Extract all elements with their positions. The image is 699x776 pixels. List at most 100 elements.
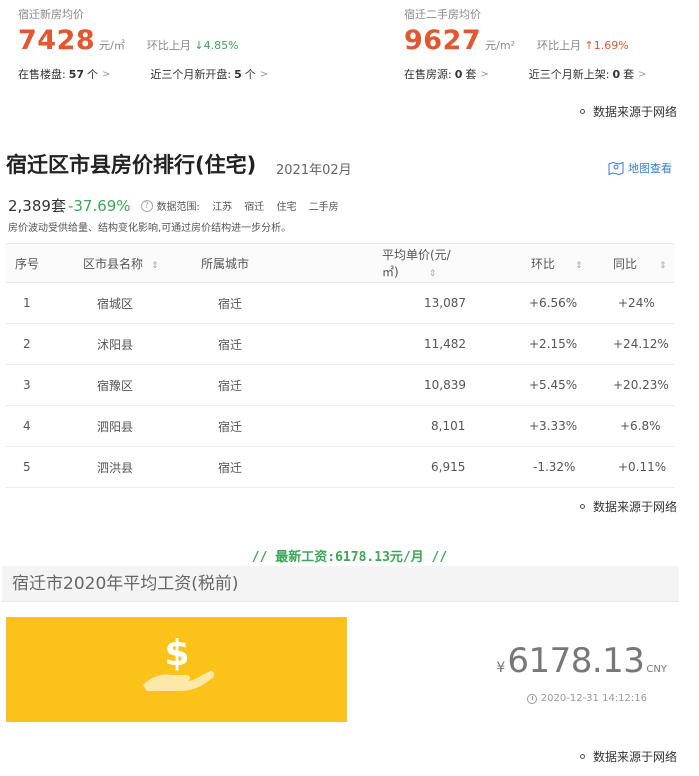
on-sale-listings-link[interactable]: 在售房源: 0 套 > — [404, 66, 489, 82]
row-price: 10,839 — [328, 364, 499, 406]
on-sale-projects-count: 57 — [68, 67, 85, 81]
table-row[interactable]: 1 宿城区 宿迁 13,087 +6.56% +24% — [6, 282, 674, 324]
data-scope-city: 宿迁 — [244, 202, 265, 213]
table-row[interactable]: 2 沭阳县 宿迁 11,482 +2.15% +24.12% — [6, 323, 674, 365]
row-mom: +6.56% — [499, 282, 594, 324]
column-header-no: 序号 — [6, 243, 83, 283]
table-header-row: 序号 区市县名称 ⇕ 所属城市 平均单价(元/㎡) ⇕ 环比 ⇕ 同比 ⇕ — [6, 243, 674, 283]
svg-text:$: $ — [164, 633, 189, 674]
column-header-price[interactable]: 平均单价(元/㎡) ⇕ — [328, 243, 499, 283]
row-district: 泗阳县 — [83, 405, 201, 447]
chevron-right-icon: > — [480, 68, 489, 80]
salary-timestamp: 2020-12-31 14:12:16 — [526, 693, 647, 704]
ranking-note: 房价波动受供给量、结构变化影响,可通过房价结构进一步分析。 — [8, 223, 292, 234]
chevron-right-icon: > — [102, 68, 111, 80]
column-header-mom[interactable]: 环比 ⇕ — [499, 243, 594, 283]
row-district: 宿豫区 — [83, 364, 201, 406]
row-price: 13,087 — [328, 282, 499, 324]
row-city: 宿迁 — [201, 446, 328, 488]
new-house-price: 7428 — [18, 25, 96, 56]
new-house-mom-value: ↓4.85% — [194, 39, 239, 52]
row-yoy: +6.8% — [594, 405, 674, 447]
row-price: 11,482 — [328, 323, 499, 365]
salary-amount: ¥ 6178.13 CNY — [496, 641, 667, 681]
recent-listings-label: 近三个月新上架: — [528, 68, 610, 81]
source-dot-icon — [579, 754, 585, 759]
row-price: 8,101 — [328, 405, 499, 447]
data-source-note: 数据来源于网络 — [579, 748, 677, 765]
new-house-mom-label: 环比上月 — [146, 39, 191, 52]
second-house-unit: 元/m² — [485, 39, 515, 52]
data-source-note: 数据来源于网络 — [579, 498, 677, 515]
new-house-stat: 宿迁新房均价 7428 元/㎡ 环比上月 ↓4.85% 在售楼盘: 57 个 >… — [18, 8, 378, 82]
listing-count: 2,389套 — [8, 197, 66, 215]
salary-headline: // 最新工资:6178.13元/月 // — [251, 550, 448, 565]
ranking-summary: 2,389套 -37.69% ? 数据范围: 江苏 宿迁 住宅 二手房 — [8, 195, 348, 216]
table-row[interactable]: 4 泗阳县 宿迁 8,101 +3.33% +6.8% — [6, 405, 674, 447]
salary-panel: 宿迁市2020年平均工资(税前) $ ¥ 6178.13 CNY 2020-12… — [2, 566, 679, 736]
dollar-hand-icon: $ — [143, 633, 215, 691]
second-house-mom: 环比上月 ↑1.69% — [537, 37, 629, 53]
salary-title: 宿迁市2020年平均工资(税前) — [2, 566, 679, 602]
help-icon[interactable]: ? — [140, 199, 153, 212]
row-mom: -1.32% — [499, 446, 594, 488]
row-yoy: +24.12% — [594, 323, 674, 365]
data-source-label: 数据来源于网络 — [592, 750, 677, 764]
currency-code: CNY — [646, 664, 667, 675]
data-scope-label: 数据范围: — [156, 202, 200, 213]
table-row[interactable]: 5 泗洪县 宿迁 6,915 -1.32% +0.11% — [6, 446, 674, 488]
recent-openings-link[interactable]: 近三个月新开盘: 5 个 > — [150, 66, 268, 82]
column-header-yoy[interactable]: 同比 ⇕ — [594, 243, 674, 283]
second-house-title: 宿迁二手房均价 — [404, 8, 481, 21]
new-house-mom: 环比上月 ↓4.85% — [147, 37, 239, 53]
table-row[interactable]: 3 宿豫区 宿迁 10,839 +5.45% +20.23% — [6, 364, 674, 406]
recent-openings-label: 近三个月新开盘: — [150, 68, 232, 81]
salary-timestamp-text: 2020-12-31 14:12:16 — [540, 693, 647, 704]
new-house-links: 在售楼盘: 57 个 > 近三个月新开盘: 5 个 > — [18, 66, 378, 82]
row-district: 宿城区 — [83, 282, 201, 324]
row-city: 宿迁 — [201, 405, 328, 447]
row-mom: +3.33% — [499, 405, 594, 447]
ranking-table: 序号 区市县名称 ⇕ 所属城市 平均单价(元/㎡) ⇕ 环比 ⇕ 同比 ⇕ 1 宿城区 … — [6, 243, 674, 488]
data-source-label: 数据来源于网络 — [592, 105, 677, 119]
data-scope-market: 二手房 — [308, 202, 339, 213]
row-mom: +2.15% — [499, 323, 594, 365]
row-city: 宿迁 — [201, 364, 328, 406]
sort-icon[interactable]: ⇕ — [575, 261, 583, 271]
sort-icon[interactable]: ⇕ — [151, 261, 159, 271]
new-house-price-row: 7428 元/㎡ 环比上月 ↓4.85% — [18, 26, 378, 56]
column-header-name[interactable]: 区市县名称 ⇕ — [83, 243, 201, 283]
row-no: 4 — [6, 405, 83, 447]
new-house-title: 宿迁新房均价 — [18, 8, 84, 21]
data-scope-province: 江苏 — [212, 202, 233, 213]
row-no: 2 — [6, 323, 83, 365]
recent-openings-unit: 个 — [244, 68, 256, 81]
sort-icon[interactable]: ⇕ — [429, 269, 437, 279]
salary-value: 6178.13 — [507, 641, 645, 681]
chevron-right-icon: > — [638, 68, 647, 80]
on-sale-projects-link[interactable]: 在售楼盘: 57 个 > — [18, 66, 110, 82]
on-sale-projects-label: 在售楼盘: — [18, 68, 66, 81]
on-sale-projects-unit: 个 — [87, 68, 99, 81]
data-source-note: 数据来源于网络 — [579, 103, 677, 120]
on-sale-listings-count: 0 — [454, 67, 463, 81]
on-sale-listings-unit: 套 — [465, 68, 477, 81]
row-district: 泗洪县 — [83, 446, 201, 488]
data-scope-type: 住宅 — [276, 202, 297, 213]
row-district: 沭阳县 — [83, 323, 201, 365]
recent-openings-count: 5 — [234, 67, 242, 81]
chevron-right-icon: > — [259, 68, 269, 80]
row-yoy: +20.23% — [594, 364, 674, 406]
row-mom: +5.45% — [499, 364, 594, 406]
source-dot-icon — [579, 504, 585, 509]
data-source-label: 数据来源于网络 — [592, 500, 677, 514]
sort-icon[interactable]: ⇕ — [659, 261, 667, 271]
recent-listings-link[interactable]: 近三个月新上架: 0 套 > — [529, 66, 647, 82]
row-city: 宿迁 — [201, 323, 328, 365]
second-house-stat: 宿迁二手房均价 9627 元/m² 环比上月 ↑1.69% 在售房源: 0 套 … — [404, 8, 694, 82]
ranking-title: 宿迁区市县房价排行(住宅) — [6, 153, 257, 177]
map-view-link[interactable]: 地图查看 — [608, 160, 672, 176]
row-city: 宿迁 — [201, 282, 328, 324]
source-dot-icon — [579, 109, 585, 114]
row-no: 1 — [6, 282, 83, 324]
